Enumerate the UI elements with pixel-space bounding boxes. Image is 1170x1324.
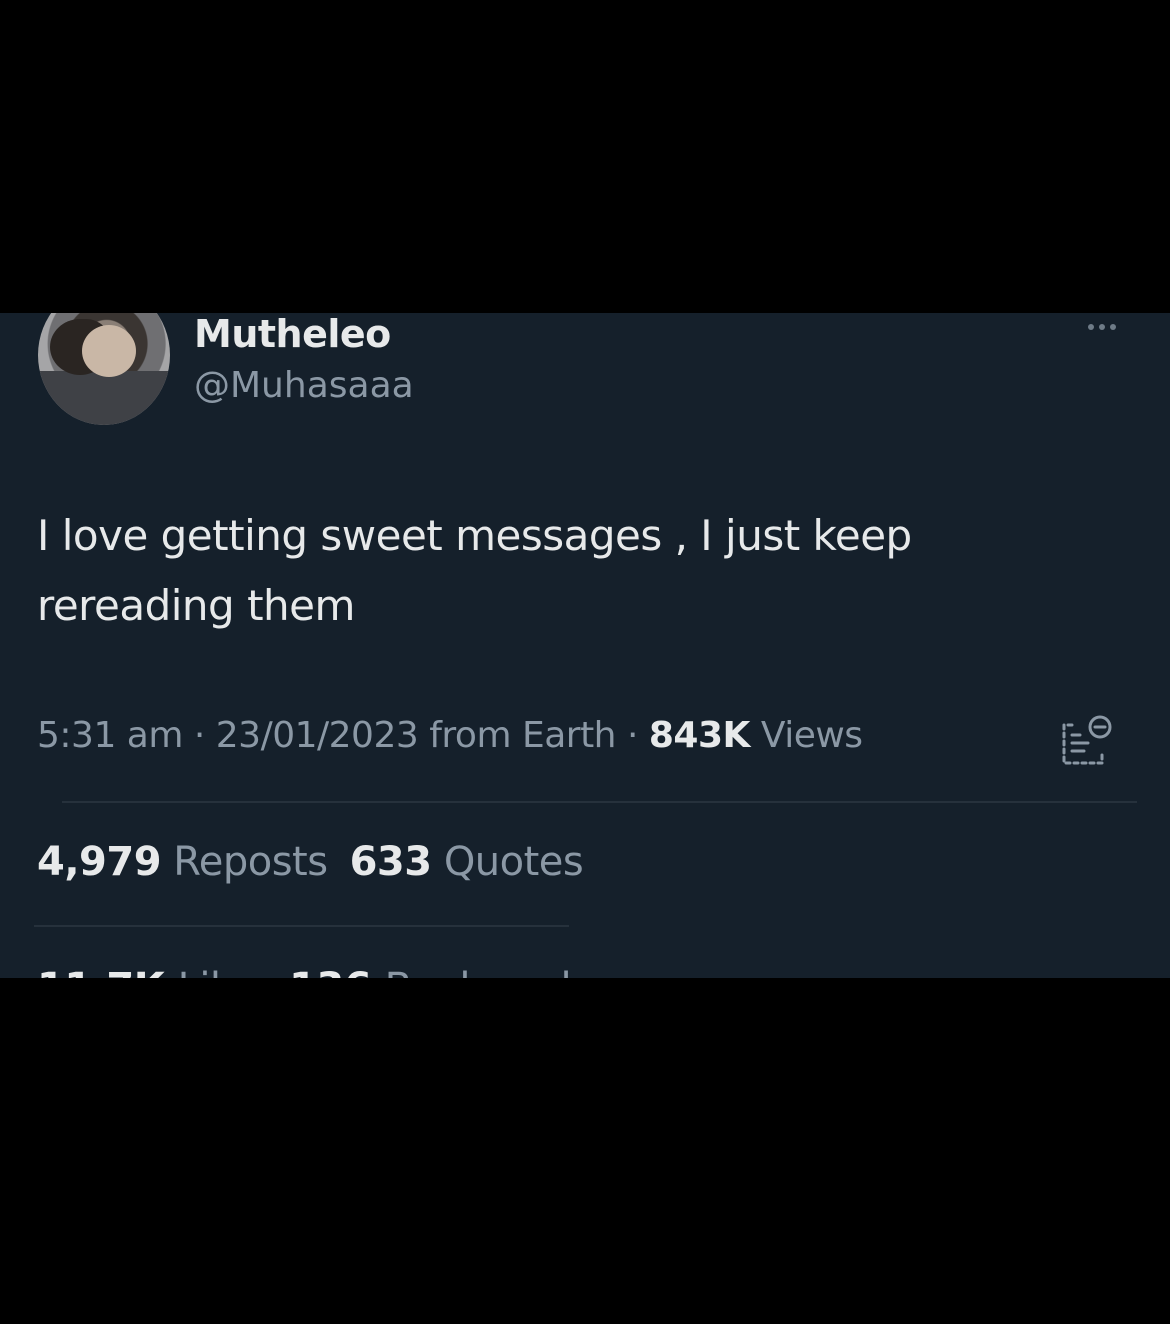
likes-count[interactable]: 11.7K [37,965,165,978]
likes-label: Likes [178,965,277,978]
display-name[interactable]: Mutheleo [194,313,391,356]
reposts-stat[interactable]: 4,979 Reposts [37,839,328,885]
meta-separator: · [626,715,638,756]
avatar[interactable] [38,313,170,425]
views-count: 843K [648,715,751,756]
tweet-meta: 5:31 am · 23/01/2023 from Earth · 843K V… [37,715,863,756]
tweet-text: I love getting sweet messages , I just k… [37,511,912,630]
more-dot [1088,324,1094,330]
tweet-card: Mutheleo @Muhasaaa I love getting sweet … [0,313,1170,978]
engagement-stats: 4,979 Reposts 633 Quotes [37,839,584,885]
quotes-stat[interactable]: 633 Quotes [350,839,584,885]
tweet-source: from Earth [429,715,616,756]
user-handle[interactable]: @Muhasaaa [194,365,414,406]
reposts-label: Reposts [173,839,328,885]
bookmarks-label: Bookmarks [385,965,604,978]
analytics-icon[interactable] [1058,711,1116,771]
quotes-label: Quotes [443,839,584,885]
divider [62,801,1137,803]
engagement-stats-cut: 11.7K Likes 136 Bookmarks [37,965,604,978]
more-dot [1110,324,1116,330]
divider [34,925,569,927]
avatar-face [82,325,136,377]
tweet-time[interactable]: 5:31 am [37,715,183,756]
meta-separator: · [193,715,205,756]
reposts-count: 4,979 [37,839,162,885]
more-dot [1099,324,1105,330]
tweet-date[interactable]: 23/01/2023 [216,715,419,756]
quotes-count: 633 [349,839,433,885]
views-label: Views [760,715,863,756]
screenshot-stage: Mutheleo @Muhasaaa I love getting sweet … [0,0,1170,1324]
bookmarks-count[interactable]: 136 [289,965,372,978]
more-horizontal-icon[interactable] [1088,317,1132,337]
avatar-background [38,371,170,425]
